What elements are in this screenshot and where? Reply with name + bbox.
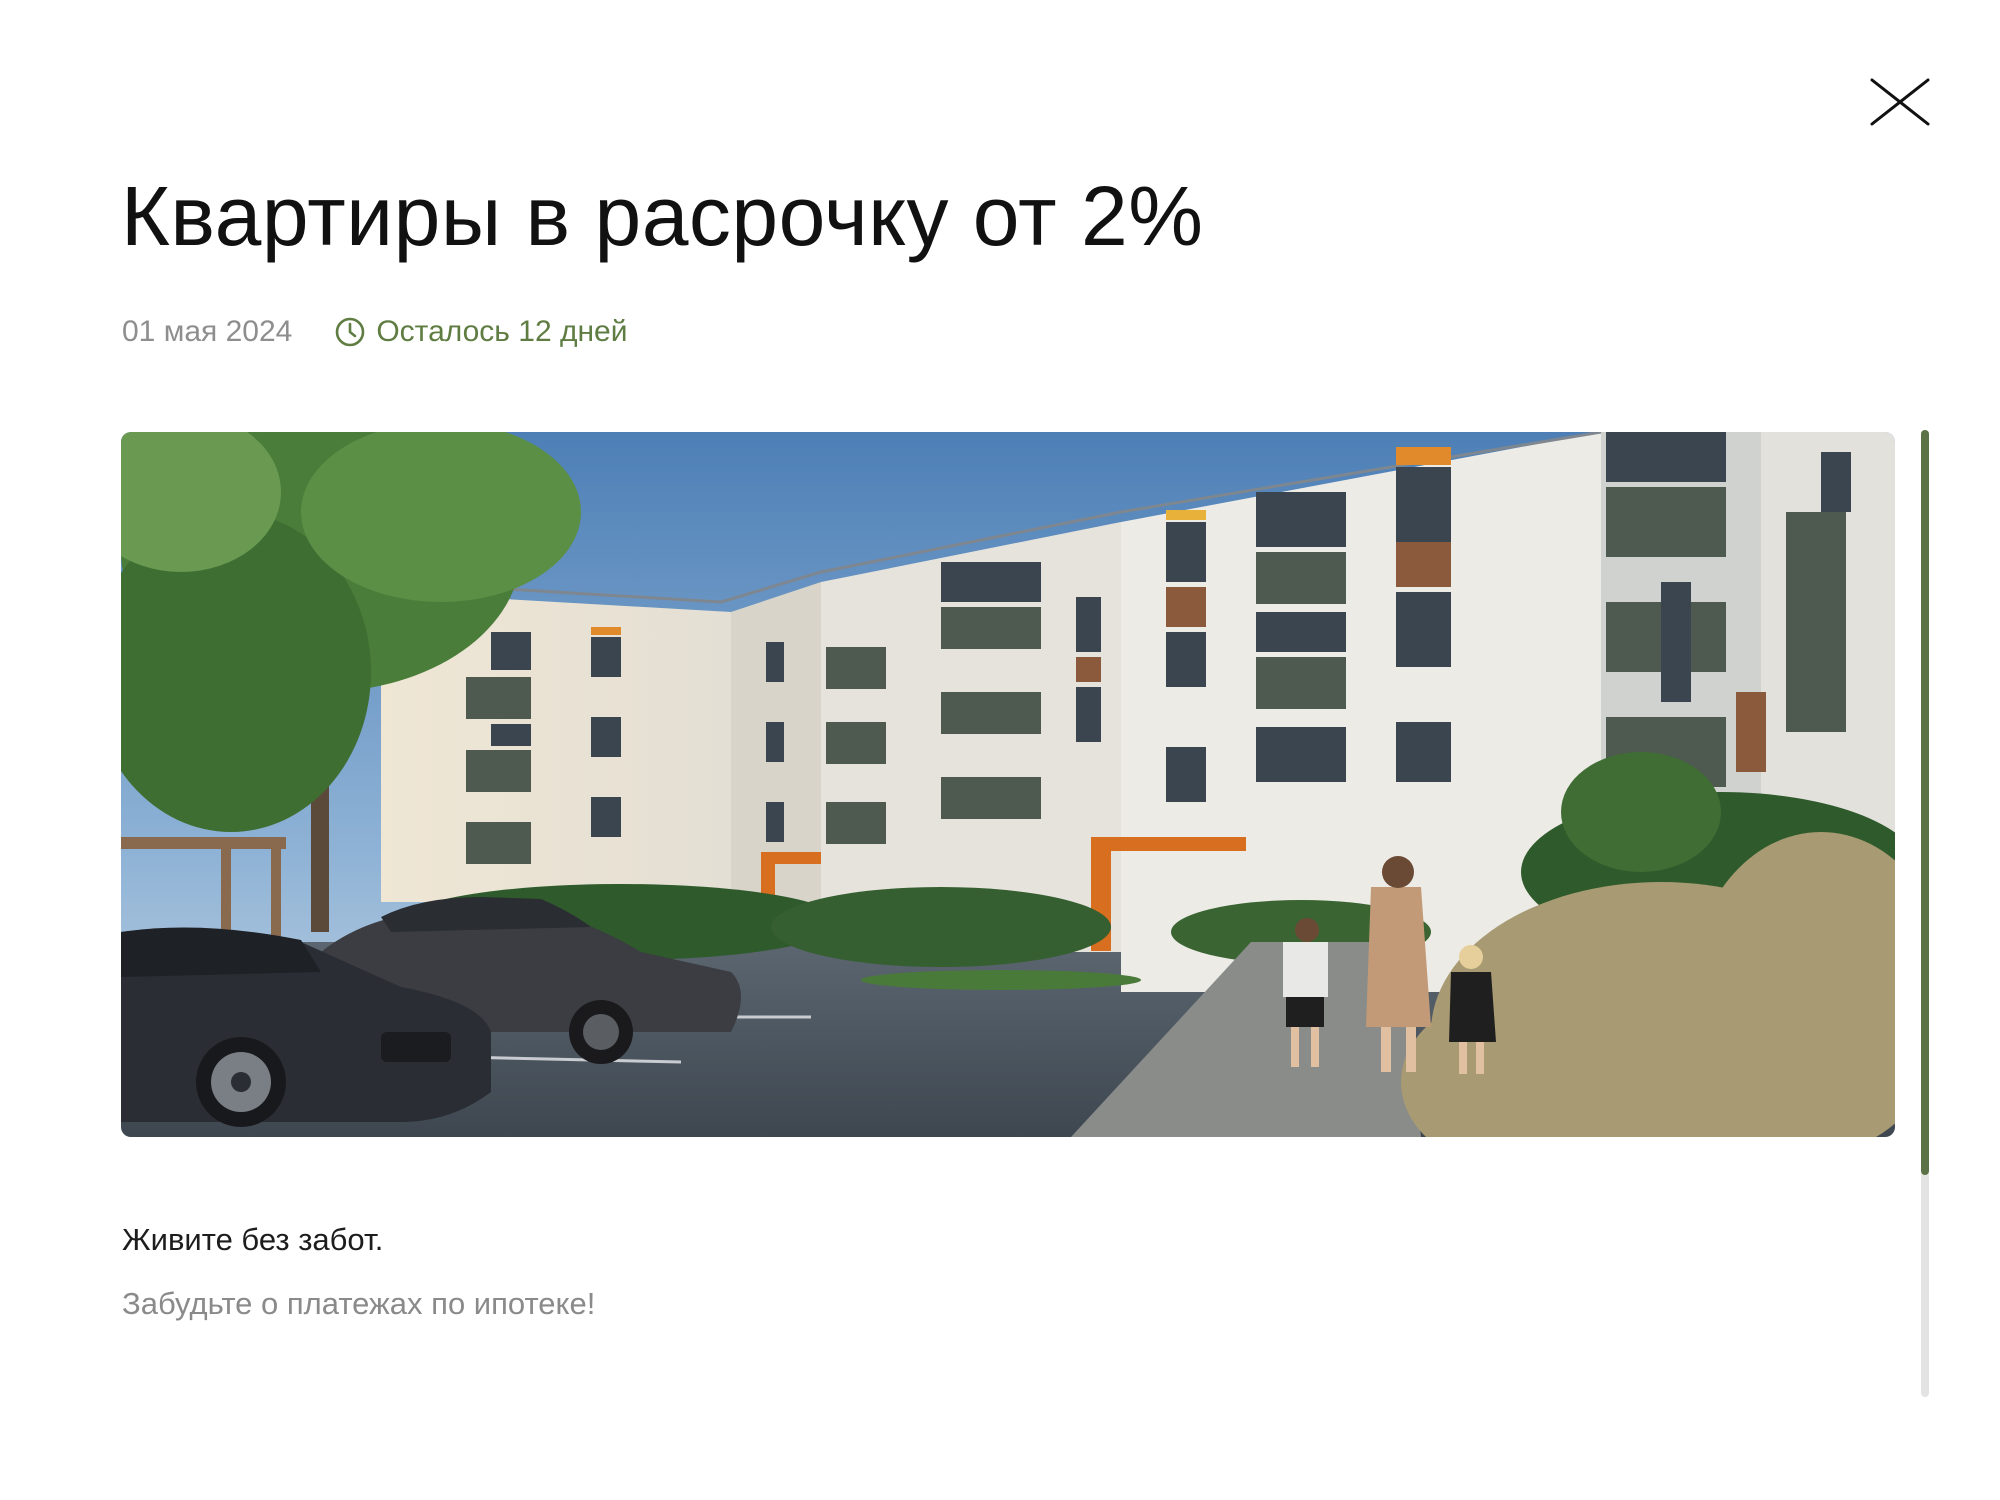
publish-date: 01 мая 2024 xyxy=(122,315,293,348)
page-title: Квартиры в расрочку от 2% xyxy=(121,169,1204,263)
clock-icon xyxy=(336,317,365,347)
meta-row: 01 мая 2024 Осталось 12 дней xyxy=(122,312,627,352)
hero-image xyxy=(121,432,1895,1137)
scrollbar-track[interactable] xyxy=(1921,430,1929,1397)
body-text: Забудьте о платежах по ипотеке! xyxy=(122,1286,596,1321)
close-icon xyxy=(1870,78,1930,126)
lead-text: Живите без забот. xyxy=(122,1222,384,1257)
promo-modal: Квартиры в расрочку от 2% 01 мая 2024 Ос… xyxy=(0,0,2000,1500)
scrollbar-thumb[interactable] xyxy=(1921,430,1929,1175)
close-button[interactable] xyxy=(1868,76,1932,128)
time-remaining-label: Осталось 12 дней xyxy=(376,315,628,348)
time-remaining: Осталось 12 дней xyxy=(334,315,627,349)
